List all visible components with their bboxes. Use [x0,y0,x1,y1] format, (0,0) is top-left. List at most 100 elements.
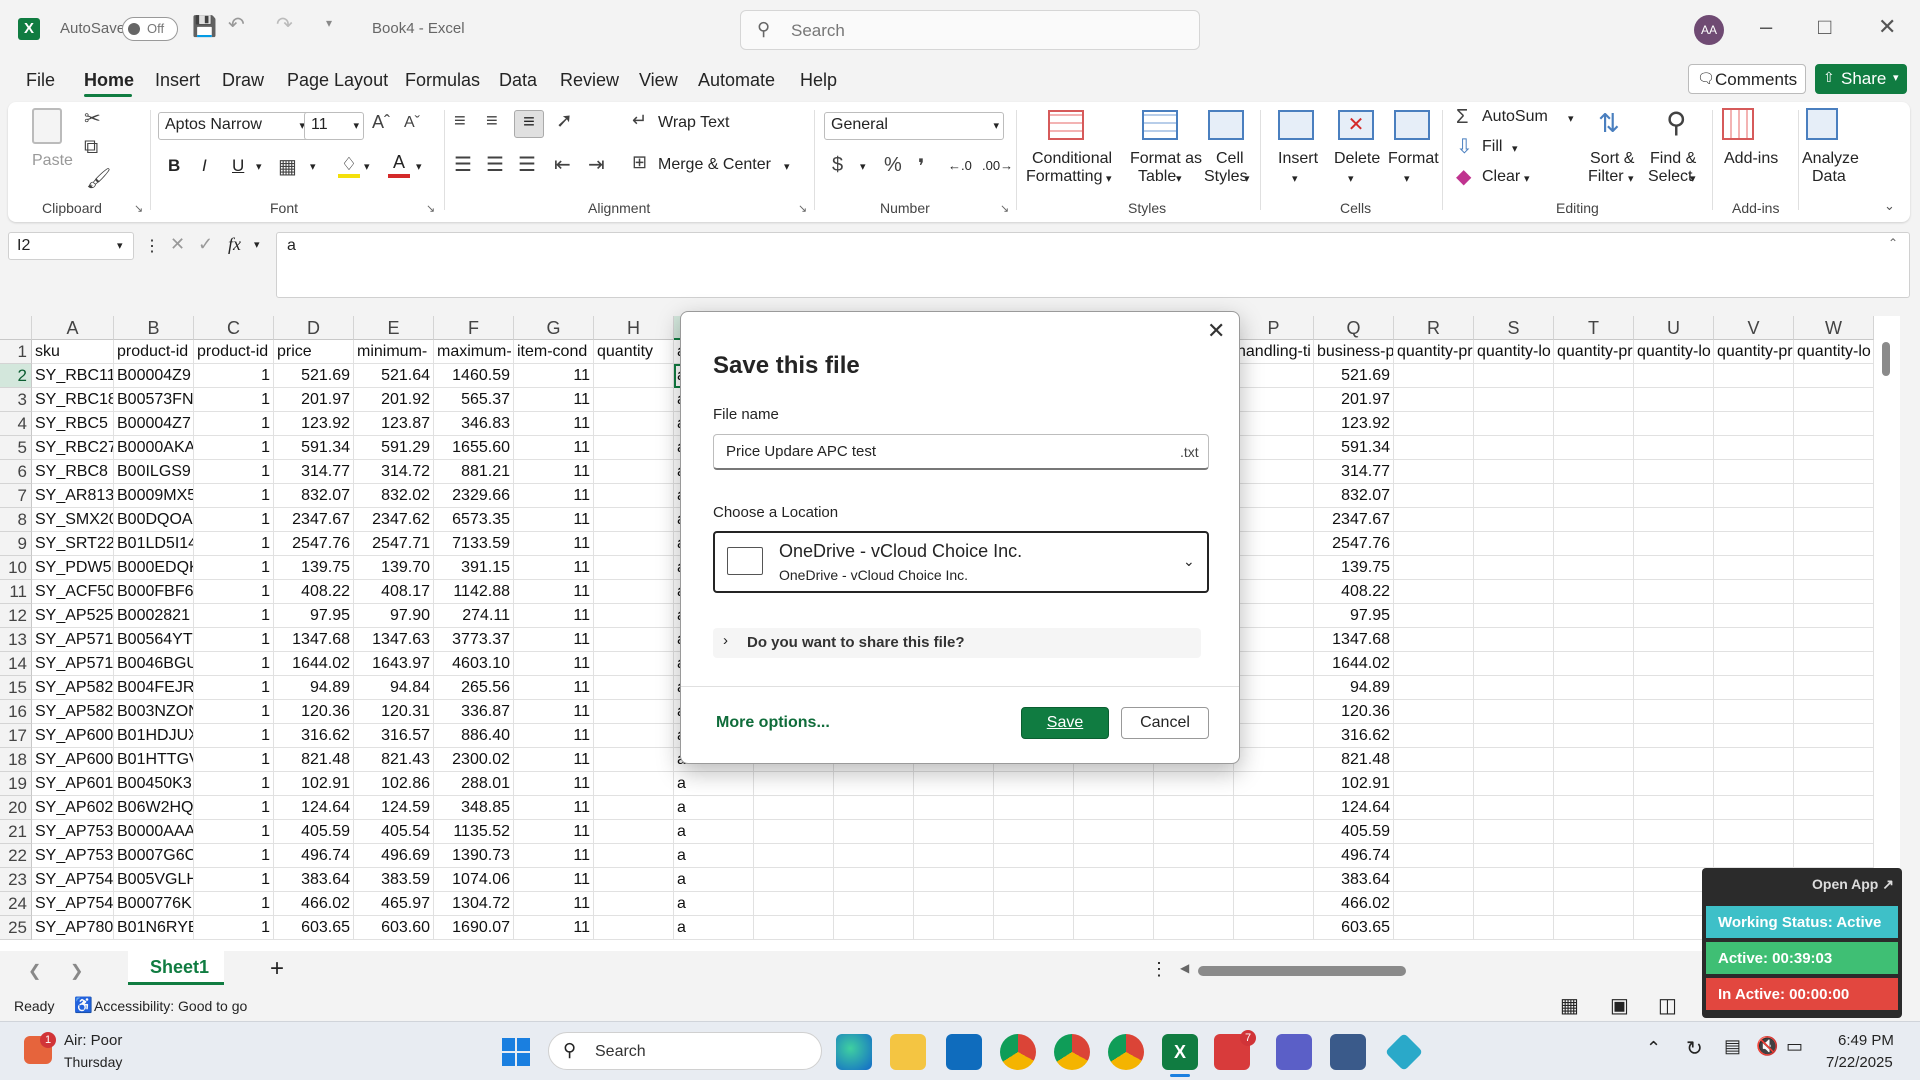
table-cell[interactable]: 274.11 [434,604,514,628]
row-header[interactable]: 11 [0,580,32,604]
table-cell[interactable] [594,556,674,580]
table-cell[interactable] [1714,676,1794,700]
windows-start-icon[interactable] [502,1038,530,1066]
table-cell[interactable]: 1347.63 [354,628,434,652]
table-cell[interactable]: 11 [514,388,594,412]
table-cell[interactable] [1554,604,1634,628]
table-cell[interactable] [1794,508,1874,532]
align-left-icon[interactable]: ☰ [454,152,472,177]
table-cell[interactable] [834,772,914,796]
table-cell[interactable]: SY_AP582 [32,676,114,700]
table-cell[interactable] [1474,460,1554,484]
header-cell[interactable]: quantity-lo [1474,340,1554,364]
table-cell[interactable] [914,892,994,916]
table-cell[interactable]: 405.59 [274,820,354,844]
calculator-icon[interactable] [1330,1034,1366,1070]
table-cell[interactable]: SY_RBC11 [32,364,114,388]
table-cell[interactable]: SY_AP753 [32,820,114,844]
table-cell[interactable] [1474,580,1554,604]
number-format-select[interactable]: General ▾ [824,112,1004,140]
table-cell[interactable]: 383.64 [1314,868,1394,892]
table-cell[interactable] [994,772,1074,796]
table-cell[interactable]: 1304.72 [434,892,514,916]
accessibility-icon[interactable]: ♿ [74,996,93,1014]
table-cell[interactable]: 1 [194,388,274,412]
table-cell[interactable] [1394,796,1474,820]
table-cell[interactable]: 201.97 [274,388,354,412]
table-cell[interactable]: 1 [194,820,274,844]
analyze-data-label-1[interactable]: Analyze [1802,150,1859,168]
dialog-launcher-icon[interactable]: ↘ [798,202,807,215]
table-cell[interactable]: 1 [194,412,274,436]
page-break-view-icon[interactable]: ◫ [1658,993,1677,1018]
table-cell[interactable]: SY_AP780 [32,916,114,940]
accessibility-status[interactable]: Accessibility: Good to go [94,998,247,1014]
table-cell[interactable]: 11 [514,508,594,532]
table-cell[interactable] [594,628,674,652]
table-cell[interactable]: 1 [194,748,274,772]
table-cell[interactable]: 1 [194,868,274,892]
collapse-ribbon-icon[interactable]: ⌄ [1884,198,1895,214]
table-cell[interactable]: 405.54 [354,820,434,844]
font-family-select[interactable]: Aptos Narrow ▾ [158,112,310,140]
table-cell[interactable] [1394,436,1474,460]
save-icon[interactable]: 💾 [192,14,217,39]
table-cell[interactable]: SY_ACF50 [32,580,114,604]
table-cell[interactable]: 11 [514,772,594,796]
table-cell[interactable] [1554,724,1634,748]
menu-automate[interactable]: Automate [698,70,775,91]
table-cell[interactable] [1714,532,1794,556]
chevron-down-icon[interactable]: ▾ [1404,172,1410,185]
fill-color-icon[interactable]: ♢ [338,154,360,178]
table-cell[interactable] [1474,604,1554,628]
table-cell[interactable]: 1 [194,556,274,580]
table-cell[interactable] [1154,892,1234,916]
table-cell[interactable] [1394,604,1474,628]
chevron-down-icon[interactable]: ▾ [1106,172,1112,185]
table-cell[interactable]: 2547.76 [1314,532,1394,556]
table-cell[interactable]: 201.97 [1314,388,1394,412]
table-cell[interactable]: 11 [514,820,594,844]
header-cell[interactable]: business-p [1314,340,1394,364]
conditional-formatting-icon[interactable] [1048,110,1084,140]
table-cell[interactable] [1154,820,1234,844]
add-ins-label[interactable]: Add-ins [1724,150,1778,168]
table-cell[interactable]: 1074.06 [434,868,514,892]
table-cell[interactable]: 2347.67 [274,508,354,532]
volume-muted-icon[interactable]: 🔇 [1756,1036,1778,1057]
table-cell[interactable]: 405.59 [1314,820,1394,844]
table-cell[interactable] [1634,772,1714,796]
share-button[interactable]: ⇧ Share ▾ [1815,64,1907,94]
table-cell[interactable] [1554,844,1634,868]
table-cell[interactable] [1074,916,1154,940]
table-cell[interactable] [1394,844,1474,868]
table-cell[interactable] [1394,868,1474,892]
table-cell[interactable] [754,916,834,940]
table-cell[interactable]: 201.92 [354,388,434,412]
table-cell[interactable]: 4603.10 [434,652,514,676]
table-cell[interactable] [1554,484,1634,508]
chevron-down-icon[interactable]: ▾ [784,160,790,173]
menu-help[interactable]: Help [800,70,837,91]
header-cell[interactable]: sku [32,340,114,364]
table-cell[interactable] [1634,364,1714,388]
table-cell[interactable] [1234,412,1314,436]
table-cell[interactable]: 348.85 [434,796,514,820]
table-cell[interactable] [1794,676,1874,700]
cell-styles-label-1[interactable]: Cell [1216,150,1244,168]
table-cell[interactable]: B0046BGU [114,652,194,676]
table-cell[interactable]: 1 [194,604,274,628]
table-cell[interactable]: 6573.35 [434,508,514,532]
dialog-launcher-icon[interactable]: ↘ [1000,202,1009,215]
wrap-text-icon[interactable]: ↵ [632,110,647,131]
table-cell[interactable] [594,868,674,892]
table-cell[interactable] [1474,724,1554,748]
format-as-table-icon[interactable] [1142,110,1178,140]
table-cell[interactable] [1394,628,1474,652]
table-cell[interactable] [1234,628,1314,652]
table-cell[interactable] [1714,388,1794,412]
table-cell[interactable] [994,892,1074,916]
table-cell[interactable]: 124.64 [1314,796,1394,820]
share-expander[interactable]: › Do you want to share this file? [713,628,1201,658]
table-cell[interactable]: 591.29 [354,436,434,460]
